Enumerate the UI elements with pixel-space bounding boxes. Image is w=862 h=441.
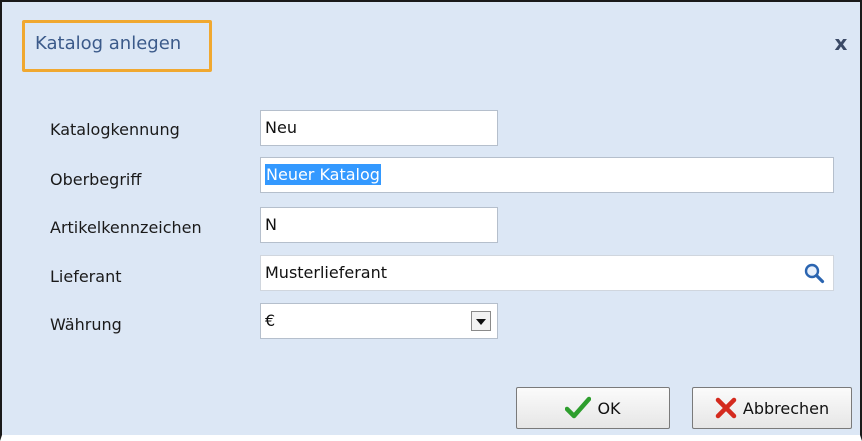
oberbegriff-label: Oberbegriff — [50, 170, 142, 189]
oberbegriff-value: Neuer Katalog — [265, 164, 381, 185]
ok-button-label: OK — [597, 398, 621, 418]
lieferant-value: Musterlieferant — [265, 263, 387, 282]
artikelkennzeichen-label: Artikelkennzeichen — [50, 218, 202, 237]
cross-icon — [715, 397, 737, 419]
oberbegriff-input[interactable]: Neuer Katalog — [260, 157, 834, 193]
catalog-dialog: Katalog anlegen x Katalogkennung Neu Obe… — [0, 0, 862, 441]
waehrung-value: € — [265, 311, 276, 330]
dialog-title: Katalog anlegen — [35, 33, 182, 54]
close-icon: x — [834, 31, 848, 55]
lieferant-input[interactable]: Musterlieferant — [260, 255, 834, 291]
waehrung-select[interactable]: € — [260, 303, 498, 339]
cancel-button-label: Abbrechen — [742, 398, 830, 418]
artikelkennzeichen-input[interactable]: N — [260, 207, 498, 243]
dialog-titlebar: Katalog anlegen x — [2, 2, 860, 74]
katalogkennung-label: Katalogkennung — [50, 120, 180, 139]
katalogkennung-input[interactable]: Neu — [260, 110, 498, 146]
check-icon — [565, 396, 592, 419]
chevron-down-icon[interactable] — [471, 311, 491, 331]
search-icon[interactable] — [803, 262, 825, 284]
waehrung-label: Währung — [50, 315, 122, 334]
artikelkennzeichen-value: N — [265, 215, 277, 234]
close-button[interactable]: x — [828, 30, 854, 56]
lieferant-label: Lieferant — [50, 267, 122, 286]
cancel-button[interactable]: Abbrechen — [692, 387, 852, 429]
katalogkennung-value: Neu — [265, 118, 297, 137]
ok-button[interactable]: OK — [516, 387, 670, 429]
